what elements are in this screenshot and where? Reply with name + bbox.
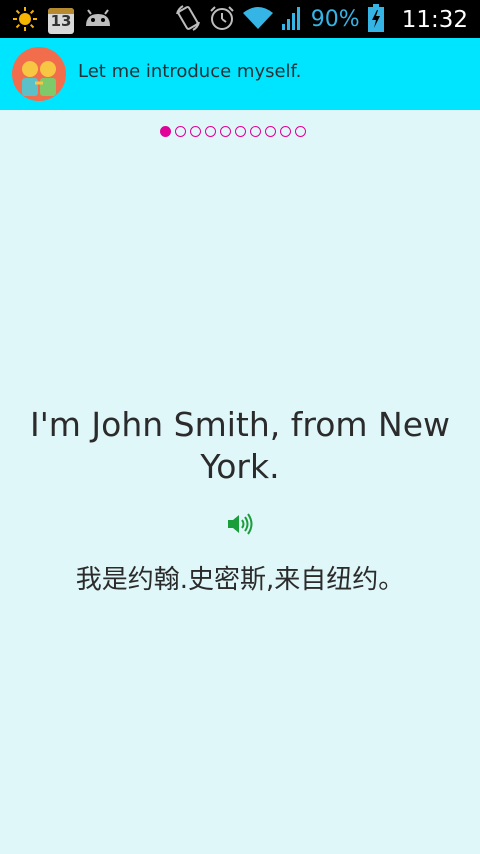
page-dot[interactable]	[205, 126, 216, 137]
header-title: Let me introduce myself.	[78, 61, 302, 82]
app-logo	[12, 47, 66, 101]
page-dot[interactable]	[265, 126, 276, 137]
clock: 11:32	[401, 7, 468, 33]
page-dot[interactable]	[250, 126, 261, 137]
status-right-icons: 90% 11:32	[175, 4, 468, 36]
english-sentence: I'm John Smith, from New York.	[29, 405, 451, 486]
signal-icon	[281, 4, 303, 36]
page-dot[interactable]	[160, 126, 171, 137]
page-indicator	[160, 126, 306, 137]
page-dot[interactable]	[235, 126, 246, 137]
page-dot[interactable]	[280, 126, 291, 137]
calendar-day: 13	[50, 12, 72, 30]
app-screen: 13 90% 11:32 Let me introduce myself. I'…	[0, 0, 480, 854]
speaker-icon[interactable]	[226, 512, 254, 536]
battery-charging-icon	[367, 4, 384, 36]
page-dot[interactable]	[175, 126, 186, 137]
calendar-icon: 13	[48, 8, 74, 34]
alarm-icon	[209, 4, 235, 36]
status-left-icons: 13	[12, 6, 112, 36]
status-bar: 13 90% 11:32	[0, 0, 480, 38]
wifi-icon	[242, 5, 273, 35]
page-dot[interactable]	[295, 126, 306, 137]
rotate-icon	[175, 4, 201, 36]
page-dot[interactable]	[190, 126, 201, 137]
battery-percent: 90%	[310, 7, 360, 32]
page-dot[interactable]	[220, 126, 231, 137]
weather-sun-icon	[12, 6, 38, 36]
app-header: Let me introduce myself.	[0, 38, 480, 110]
android-icon	[84, 8, 112, 34]
chinese-translation: 我是约翰.史密斯,来自纽约。	[75, 565, 405, 595]
